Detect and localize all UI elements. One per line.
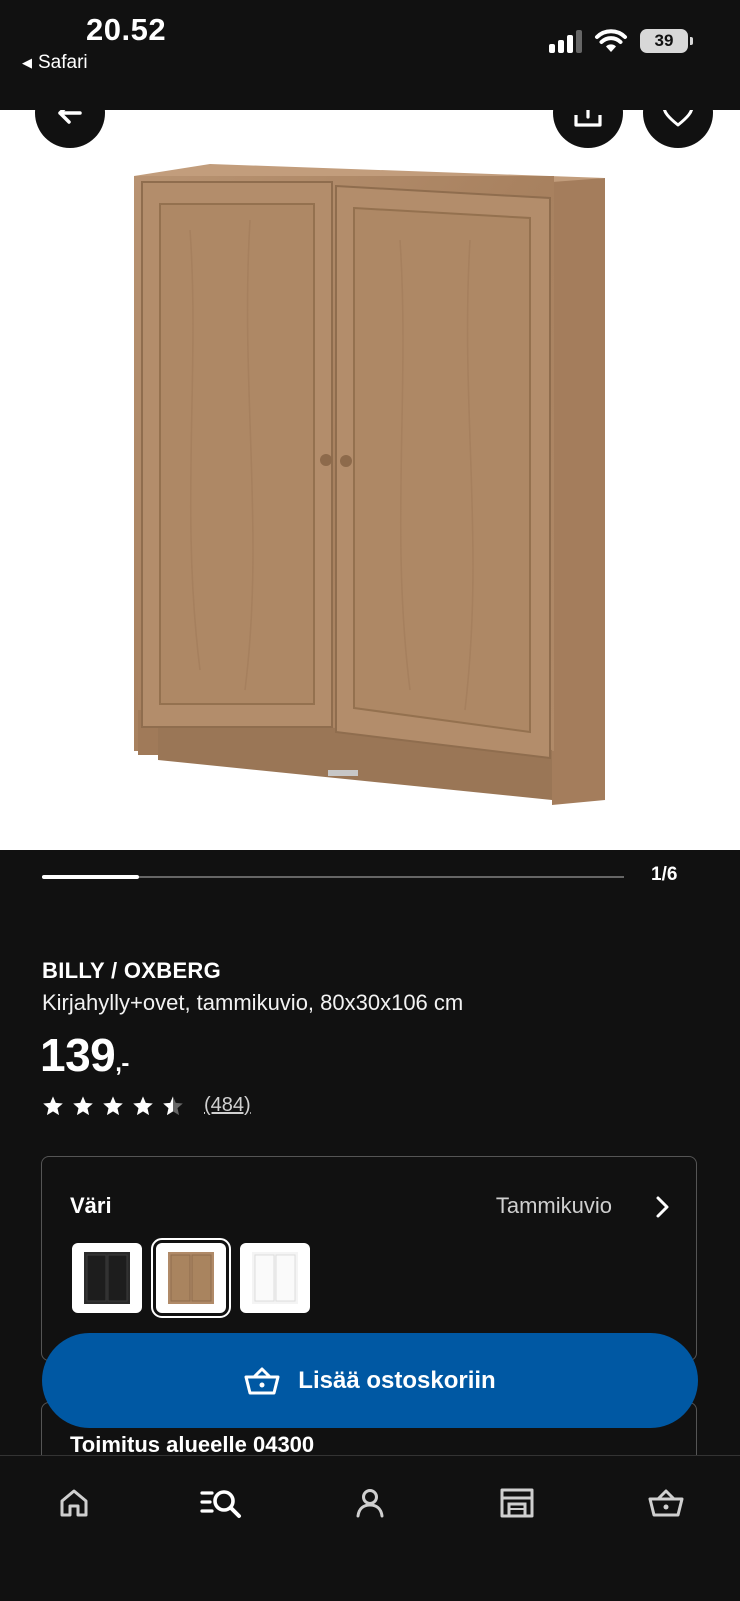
- star-full-icon: [43, 1095, 63, 1115]
- review-count-link[interactable]: (484): [204, 1094, 251, 1117]
- battery-icon: 39: [640, 29, 693, 53]
- star-full-icon: [133, 1095, 153, 1115]
- back-triangle-icon: ◀: [22, 55, 32, 70]
- product-description: Kirjahylly+ovet, tammikuvio, 80x30x106 c…: [42, 990, 464, 1015]
- battery-level: 39: [654, 31, 674, 50]
- star-full-icon: [103, 1095, 123, 1115]
- product-name: BILLY / OXBERG: [42, 958, 222, 983]
- home-icon: [60, 1489, 88, 1517]
- tab-cart[interactable]: [641, 1478, 691, 1528]
- tab-stores[interactable]: [492, 1478, 542, 1528]
- tab-home[interactable]: [49, 1478, 99, 1528]
- rating-stars: [42, 1095, 184, 1117]
- back-app-label: Safari: [38, 52, 88, 73]
- star-full-icon: [73, 1095, 93, 1115]
- back-to-safari-link[interactable]: ◀ Safari: [22, 52, 88, 74]
- system-icons: 39: [549, 28, 693, 54]
- add-to-cart-button[interactable]: Lisää ostoskoriin: [42, 1333, 698, 1428]
- tab-search[interactable]: [196, 1478, 246, 1528]
- product-image-gallery[interactable]: [0, 110, 740, 850]
- price-suffix: ,-: [115, 1050, 129, 1077]
- chevron-right-icon[interactable]: [654, 1195, 670, 1219]
- profile-icon: [356, 1489, 384, 1518]
- add-to-cart-label: Lisää ostoskoriin: [298, 1366, 496, 1394]
- bottom-tab-bar: [0, 1455, 740, 1601]
- cellular-signal-icon: [549, 29, 582, 53]
- rating[interactable]: (484): [42, 1094, 251, 1117]
- heart-icon: [662, 110, 694, 127]
- cart-icon: [648, 1489, 684, 1517]
- color-swatches: [72, 1238, 310, 1318]
- color-picker-card[interactable]: Väri Tammikuvio: [41, 1156, 697, 1361]
- price-value: 139: [40, 1029, 116, 1081]
- swatch-white[interactable]: [240, 1243, 310, 1313]
- back-arrow-icon: [58, 110, 82, 124]
- product-price: 139,-: [40, 1028, 129, 1082]
- clock: 20.52: [86, 12, 167, 47]
- gallery-progress-bar: [42, 875, 624, 879]
- color-selected-value: Tammikuvio: [495, 1193, 612, 1218]
- star-half-icon: [163, 1095, 183, 1115]
- status-bar: 20.52 ◀ Safari 39: [0, 0, 740, 110]
- gallery-progress-fill: [42, 875, 140, 879]
- color-label: Väri: [70, 1193, 112, 1218]
- wifi-icon: [595, 29, 627, 52]
- store-icon: [500, 1488, 534, 1518]
- gallery-counter: 1/6: [651, 864, 678, 885]
- swatch-black[interactable]: [72, 1243, 142, 1313]
- basket-icon: [244, 1367, 280, 1394]
- search-list-icon: [200, 1490, 241, 1518]
- share-icon: [574, 110, 602, 127]
- product-image: [134, 164, 605, 805]
- tab-profile[interactable]: [345, 1478, 395, 1528]
- swatch-oak[interactable]: [151, 1238, 231, 1318]
